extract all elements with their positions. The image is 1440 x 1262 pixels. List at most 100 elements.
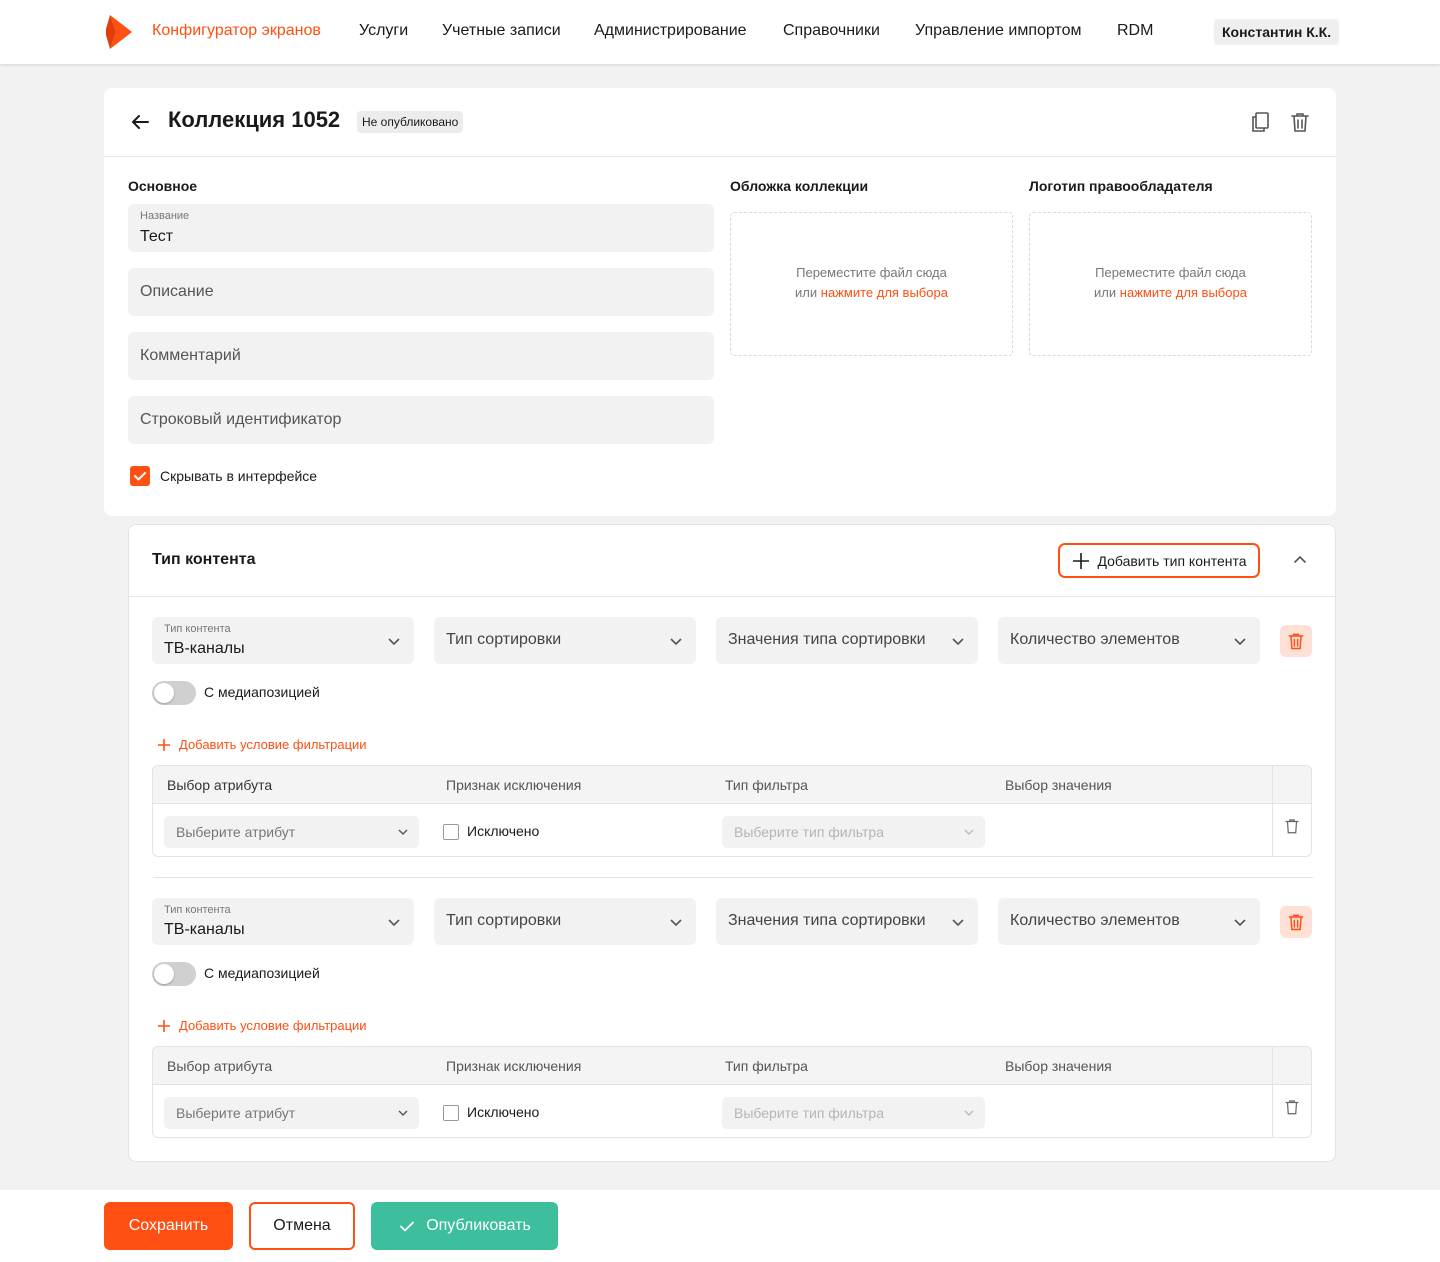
logo-dropzone[interactable]: Переместите файл сюда или нажмите для вы… [1029,212,1312,356]
publish-button[interactable]: Опубликовать [371,1202,558,1250]
sort-type-placeholder: Тип сортировки [446,631,562,648]
brand-logo-icon[interactable] [106,15,134,49]
attribute-placeholder: Выберите атрибут [176,824,296,840]
nav-accounts[interactable]: Учетные записи [442,22,561,40]
nav-rdm[interactable]: RDM [1117,22,1153,40]
chevron-down-icon [388,638,400,646]
nav-services[interactable]: Услуги [359,22,408,40]
collection-card: Коллекция 1052 Не опубликовано Основное … [104,88,1336,516]
dropzone-text: Переместите файл сюда [1095,265,1246,280]
column-header: Признак исключения [446,1058,582,1074]
add-filter-button[interactable]: Добавить условие фильтрации [157,737,367,752]
trash-icon[interactable] [1288,110,1312,134]
sort-type-select[interactable]: Тип сортировки [434,898,696,945]
media-position-label: С медиапозицией [204,965,320,981]
dropzone-text: Переместите файл сюда [796,265,947,280]
string-id-placeholder: Строковый идентификатор [140,411,342,428]
copy-icon[interactable] [1248,110,1272,134]
page-title: Коллекция 1052 [168,107,341,132]
add-filter-label: Добавить условие фильтрации [179,1018,367,1033]
excluded-checkbox[interactable] [443,824,459,840]
add-filter-button[interactable]: Добавить условие фильтрации [157,1018,367,1033]
chevron-down-icon [398,829,408,835]
trash-icon[interactable] [1283,816,1301,836]
column-header: Тип фильтра [725,777,808,793]
nav-import-management[interactable]: Управление импортом [915,22,1081,40]
comment-field[interactable]: Комментарий [128,332,714,380]
delete-content-type-button[interactable] [1280,625,1312,657]
sort-values-select[interactable]: Значения типа сортировки [716,898,978,945]
content-type-title: Тип контента [152,551,256,568]
attribute-select[interactable]: Выберите атрибут [164,1097,419,1129]
content-type-select[interactable]: Тип контента ТВ-каналы [152,617,414,664]
sort-type-placeholder: Тип сортировки [446,912,562,929]
items-count-select[interactable]: Количество элементов [998,898,1260,945]
sort-type-select[interactable]: Тип сортировки [434,617,696,664]
content-type-select-label: Тип контента [164,623,231,635]
toggle-knob [154,683,174,703]
filter-type-placeholder: Выберите тип фильтра [734,824,884,840]
action-footer: Сохранить Отмена Опубликовать [0,1190,1440,1262]
column-divider [1272,1047,1273,1137]
trash-icon[interactable] [1283,1097,1301,1117]
cover-select-link[interactable]: нажмите для выбора [821,285,948,300]
back-arrow-icon[interactable] [128,110,152,134]
hide-in-ui-checkbox[interactable] [130,466,150,486]
item-divider [153,877,1313,878]
card-header: Коллекция 1052 Не опубликовано [104,88,1336,157]
chevron-down-icon [1234,638,1246,646]
chevron-down-icon [670,919,682,927]
content-type-header: Тип контента Добавить тип контента [129,525,1335,597]
delete-content-type-button[interactable] [1280,906,1312,938]
comment-placeholder: Комментарий [140,347,241,364]
description-field[interactable]: Описание [128,268,714,316]
filter-table-header: Выбор атрибута Признак исключения Тип фи… [153,766,1311,804]
plus-icon [1073,552,1090,569]
string-id-field[interactable]: Строковый идентификатор [128,396,714,444]
toggle-knob [154,964,174,984]
media-position-toggle[interactable] [152,962,196,986]
add-content-type-button[interactable]: Добавить тип контента [1058,543,1260,578]
items-count-select[interactable]: Количество элементов [998,617,1260,664]
cancel-button[interactable]: Отмена [249,1202,355,1250]
nav-screen-configurator[interactable]: Конфигуратор экранов [152,22,321,40]
media-position-label: С медиапозицией [204,684,320,700]
chevron-down-icon [952,919,964,927]
content-type-select-value: ТВ-каналы [164,921,245,938]
column-header: Выбор атрибута [167,777,273,793]
cover-dropzone[interactable]: Переместите файл сюда или нажмите для вы… [730,212,1013,356]
check-icon [400,1221,415,1232]
content-type-select-label: Тип контента [164,904,231,916]
hide-in-ui-label: Скрывать в интерфейсе [160,468,318,484]
checkmark-icon [134,472,146,481]
dropzone-prefix: или [795,285,818,300]
filter-type-select[interactable]: Выберите тип фильтра [722,1097,985,1129]
top-navigation-bar: Конфигуратор экранов Услуги Учетные запи… [0,0,1440,64]
name-field-value: Тест [140,228,174,245]
logo-select-link[interactable]: нажмите для выбора [1120,285,1247,300]
add-content-type-label: Добавить тип контента [1097,552,1247,569]
status-badge: Не опубликовано [357,111,464,133]
excluded-checkbox[interactable] [443,1105,459,1121]
attribute-select[interactable]: Выберите атрибут [164,816,419,848]
name-field[interactable]: Название Тест [128,204,714,252]
plus-icon [158,738,170,751]
media-position-toggle[interactable] [152,681,196,705]
user-menu[interactable]: Константин К.К. [1214,19,1340,45]
filter-type-select[interactable]: Выберите тип фильтра [722,816,985,848]
items-count-placeholder: Количество элементов [1010,912,1180,929]
column-header: Признак исключения [446,777,582,793]
publish-label: Опубликовать [426,1217,531,1234]
attribute-placeholder: Выберите атрибут [176,1105,296,1121]
chevron-down-icon [388,919,400,927]
trash-icon [1288,633,1304,650]
nav-administration[interactable]: Администрирование [594,22,747,40]
sort-values-select[interactable]: Значения типа сортировки [716,617,978,664]
chevron-up-icon[interactable] [1290,549,1310,569]
filter-table: Выбор атрибута Признак исключения Тип фи… [152,1046,1312,1138]
section-main-label: Основное [128,178,198,194]
items-count-placeholder: Количество элементов [1010,631,1180,648]
nav-directories[interactable]: Справочники [783,22,880,40]
save-button[interactable]: Сохранить [104,1202,233,1250]
content-type-select[interactable]: Тип контента ТВ-каналы [152,898,414,945]
